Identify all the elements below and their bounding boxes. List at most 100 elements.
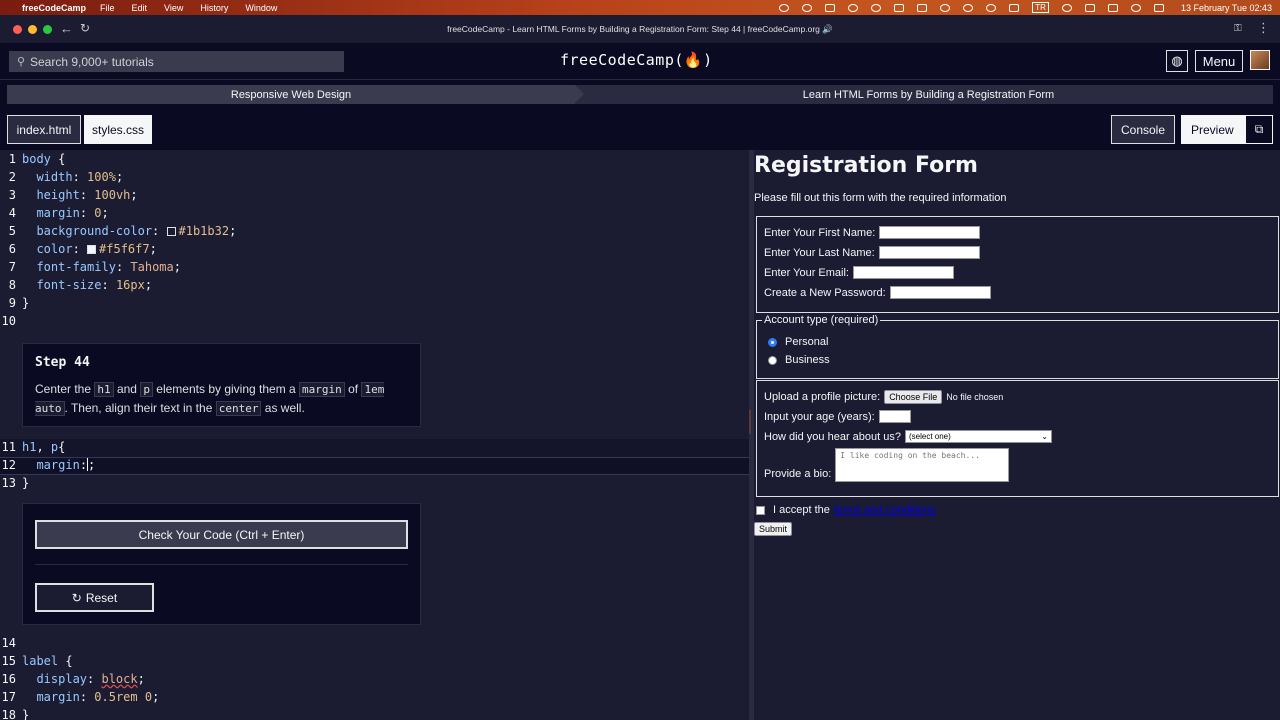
spotlight-icon[interactable] — [1130, 3, 1141, 12]
step-instructions: Center the h1 and p elements by giving t… — [35, 382, 385, 416]
code-line: height: 100vh; — [36, 188, 138, 202]
age-input[interactable] — [878, 410, 911, 423]
radio-personal[interactable] — [768, 337, 777, 347]
menu-app-name[interactable]: freeCodeCamp — [22, 3, 86, 13]
email-input[interactable] — [853, 266, 954, 279]
radio-personal-label: Personal — [785, 336, 829, 348]
email-row: Enter Your Email: — [764, 266, 954, 279]
reset-label: Reset — [85, 590, 118, 605]
volume-icon[interactable] — [1009, 3, 1020, 12]
status-icons: TR 13 February Tue 02:43 — [779, 0, 1272, 15]
radio-business[interactable] — [768, 355, 777, 365]
choose-file-button[interactable]: Choose File — [884, 390, 943, 404]
terms-link[interactable]: terms and conditions — [834, 504, 936, 516]
password-input[interactable] — [889, 286, 991, 299]
key-icon[interactable]: ⚿ — [1234, 23, 1242, 34]
splitter-handle[interactable] — [749, 410, 751, 434]
popout-icon[interactable]: ⧉ — [1245, 115, 1273, 144]
radio-personal-row[interactable]: Personal — [768, 336, 828, 348]
search-bar[interactable]: ⚲ Search 9,000+ tutorials — [9, 51, 344, 72]
search-input[interactable]: Search 9,000+ tutorials — [30, 55, 154, 69]
line-number: 3 — [8, 188, 16, 202]
line-number: 10 — [1, 314, 16, 328]
record-icon[interactable] — [779, 3, 790, 12]
first-name-input[interactable] — [879, 226, 981, 239]
console-button[interactable]: Console — [1111, 115, 1175, 144]
referrer-row: How did you hear about us? (select one) ⌄ — [764, 430, 1052, 443]
code-line: background-color: #1b1b32; — [36, 224, 237, 238]
cast-icon[interactable] — [802, 3, 813, 12]
input-source[interactable]: TR — [1032, 2, 1049, 13]
window-title: freeCodeCamp - Learn HTML Forms by Build… — [447, 24, 833, 34]
user-icon[interactable] — [963, 3, 974, 12]
breadcrumb-block[interactable]: Learn HTML Forms by Building a Registrat… — [584, 85, 1273, 104]
step-title: Step 44 — [35, 355, 90, 370]
code-line: label { — [22, 654, 73, 668]
check-code-button[interactable]: Check Your Code (Ctrl + Enter) — [35, 520, 408, 549]
menu-button[interactable]: Menu — [1195, 50, 1243, 72]
wifi-icon[interactable] — [1107, 3, 1118, 12]
more-icon[interactable]: ⋮ — [1257, 20, 1270, 36]
line-number: 8 — [8, 278, 16, 292]
code-line-editing[interactable]: margin:; — [22, 458, 95, 472]
menu-view[interactable]: View — [164, 3, 183, 13]
preview-label: Preview — [1191, 122, 1234, 137]
code-editor[interactable]: 1 2 3 4 5 6 7 8 9 10 11 12 13 14 15 16 1… — [0, 150, 750, 720]
clock[interactable]: 13 February Tue 02:43 — [1181, 3, 1272, 13]
tab-index-html[interactable]: index.html — [7, 115, 81, 144]
avatar[interactable] — [1250, 50, 1270, 70]
fcc-logo[interactable]: freeCodeCamp(🔥) — [560, 51, 713, 69]
play-icon[interactable] — [940, 3, 951, 12]
upload-label: Upload a profile picture: — [764, 391, 881, 403]
color-swatch[interactable] — [87, 245, 97, 254]
display-icon[interactable] — [917, 3, 928, 12]
camera-icon[interactable] — [894, 3, 905, 12]
timer-icon[interactable] — [986, 3, 997, 12]
password-label: Create a New Password: — [764, 286, 886, 299]
bio-row: Provide a bio: I like coding on the beac… — [764, 448, 1010, 482]
line-number: 16 — [1, 672, 16, 686]
bio-textarea[interactable]: I like coding on the beach... — [835, 448, 1010, 482]
reset-button[interactable]: ↻ Reset — [35, 583, 154, 612]
macos-menu-bar: freeCodeCamp File Edit View History Wind… — [0, 0, 1280, 15]
terms-checkbox[interactable] — [756, 505, 765, 515]
sync-icon[interactable] — [848, 3, 859, 12]
menu-edit[interactable]: Edit — [132, 3, 148, 13]
code-line: } — [22, 476, 30, 490]
password-row: Create a New Password: — [764, 286, 991, 299]
submit-button[interactable]: Submit — [754, 522, 793, 536]
last-name-input[interactable] — [878, 246, 980, 259]
extension-icon[interactable] — [825, 3, 836, 12]
control-center-icon[interactable] — [1153, 3, 1164, 12]
referrer-select[interactable]: (select one) ⌄ — [904, 430, 1052, 443]
reset-icon: ↻ — [71, 590, 82, 605]
upload-row: Upload a profile picture: Choose File No… — [764, 390, 1003, 404]
first-name-row: Enter Your First Name: — [764, 226, 981, 239]
battery-icon[interactable] — [1084, 3, 1095, 12]
terms-row: I accept the terms and conditions — [756, 504, 935, 516]
skype-icon[interactable] — [871, 3, 882, 12]
color-swatch[interactable] — [166, 227, 176, 236]
line-number: 18 — [1, 708, 16, 720]
action-panel: Check Your Code (Ctrl + Enter) ↻ Reset — [22, 503, 421, 625]
menu-window[interactable]: Window — [245, 3, 277, 13]
preview-button[interactable]: Preview ⧉ — [1181, 115, 1273, 144]
menu-file[interactable]: File — [100, 3, 115, 13]
browser-chrome: ← ↻ freeCodeCamp - Learn HTML Forms by B… — [0, 15, 1280, 43]
globe-icon[interactable]: ◍ — [1166, 50, 1188, 72]
menu-history[interactable]: History — [200, 3, 228, 13]
code-line: } — [22, 708, 30, 720]
age-label: Input your age (years): — [764, 410, 875, 423]
active-line-highlight — [0, 439, 750, 457]
tab-styles-css[interactable]: styles.css — [84, 115, 152, 144]
bio-label: Provide a bio: — [764, 468, 832, 480]
chevron-down-icon: ⌄ — [1041, 432, 1048, 441]
bluetooth-icon[interactable] — [1061, 3, 1072, 12]
line-number: 5 — [8, 224, 16, 238]
line-number: 12 — [1, 458, 16, 472]
preview-subtitle: Please fill out this form with the requi… — [754, 192, 1007, 204]
fieldset-account-type — [756, 320, 1279, 379]
active-line-highlight — [0, 457, 750, 475]
breadcrumb-superblock[interactable]: Responsive Web Design — [7, 85, 575, 104]
radio-business-row[interactable]: Business — [768, 354, 830, 366]
